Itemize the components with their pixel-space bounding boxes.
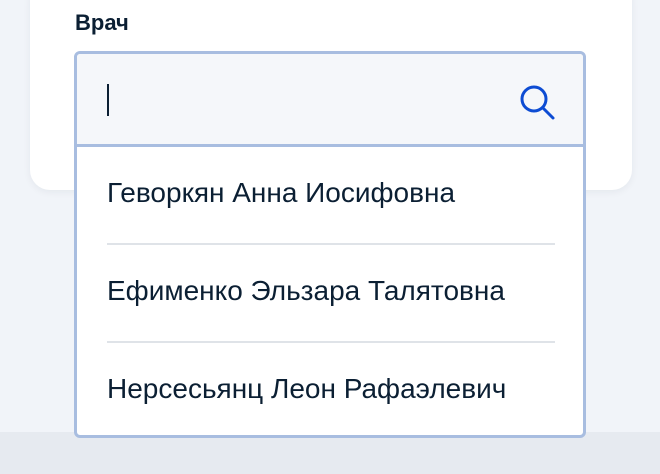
doctor-option-label: Ефименко Эльзара Талятовна [107,275,505,306]
doctor-option[interactable]: Нерсесьянц Леон Рафаэлевич [77,343,583,435]
doctor-options-list: Геворкян Анна Иосифовна Ефименко Эльзара… [77,147,583,435]
page-footer-band [0,432,660,474]
doctor-option-label: Геворкян Анна Иосифовна [107,177,456,208]
text-caret [107,84,109,116]
doctor-option-label: Нерсесьянц Леон Рафаэлевич [107,373,507,404]
search-row[interactable] [77,54,583,147]
doctor-combobox[interactable]: Геворкян Анна Иосифовна Ефименко Эльзара… [74,51,586,438]
search-icon[interactable] [517,82,557,122]
doctor-option[interactable]: Ефименко Эльзара Талятовна [77,245,583,343]
doctor-option[interactable]: Геворкян Анна Иосифовна [77,147,583,245]
doctor-field-label: Врач [75,10,129,35]
doctor-search-input[interactable] [99,76,499,122]
